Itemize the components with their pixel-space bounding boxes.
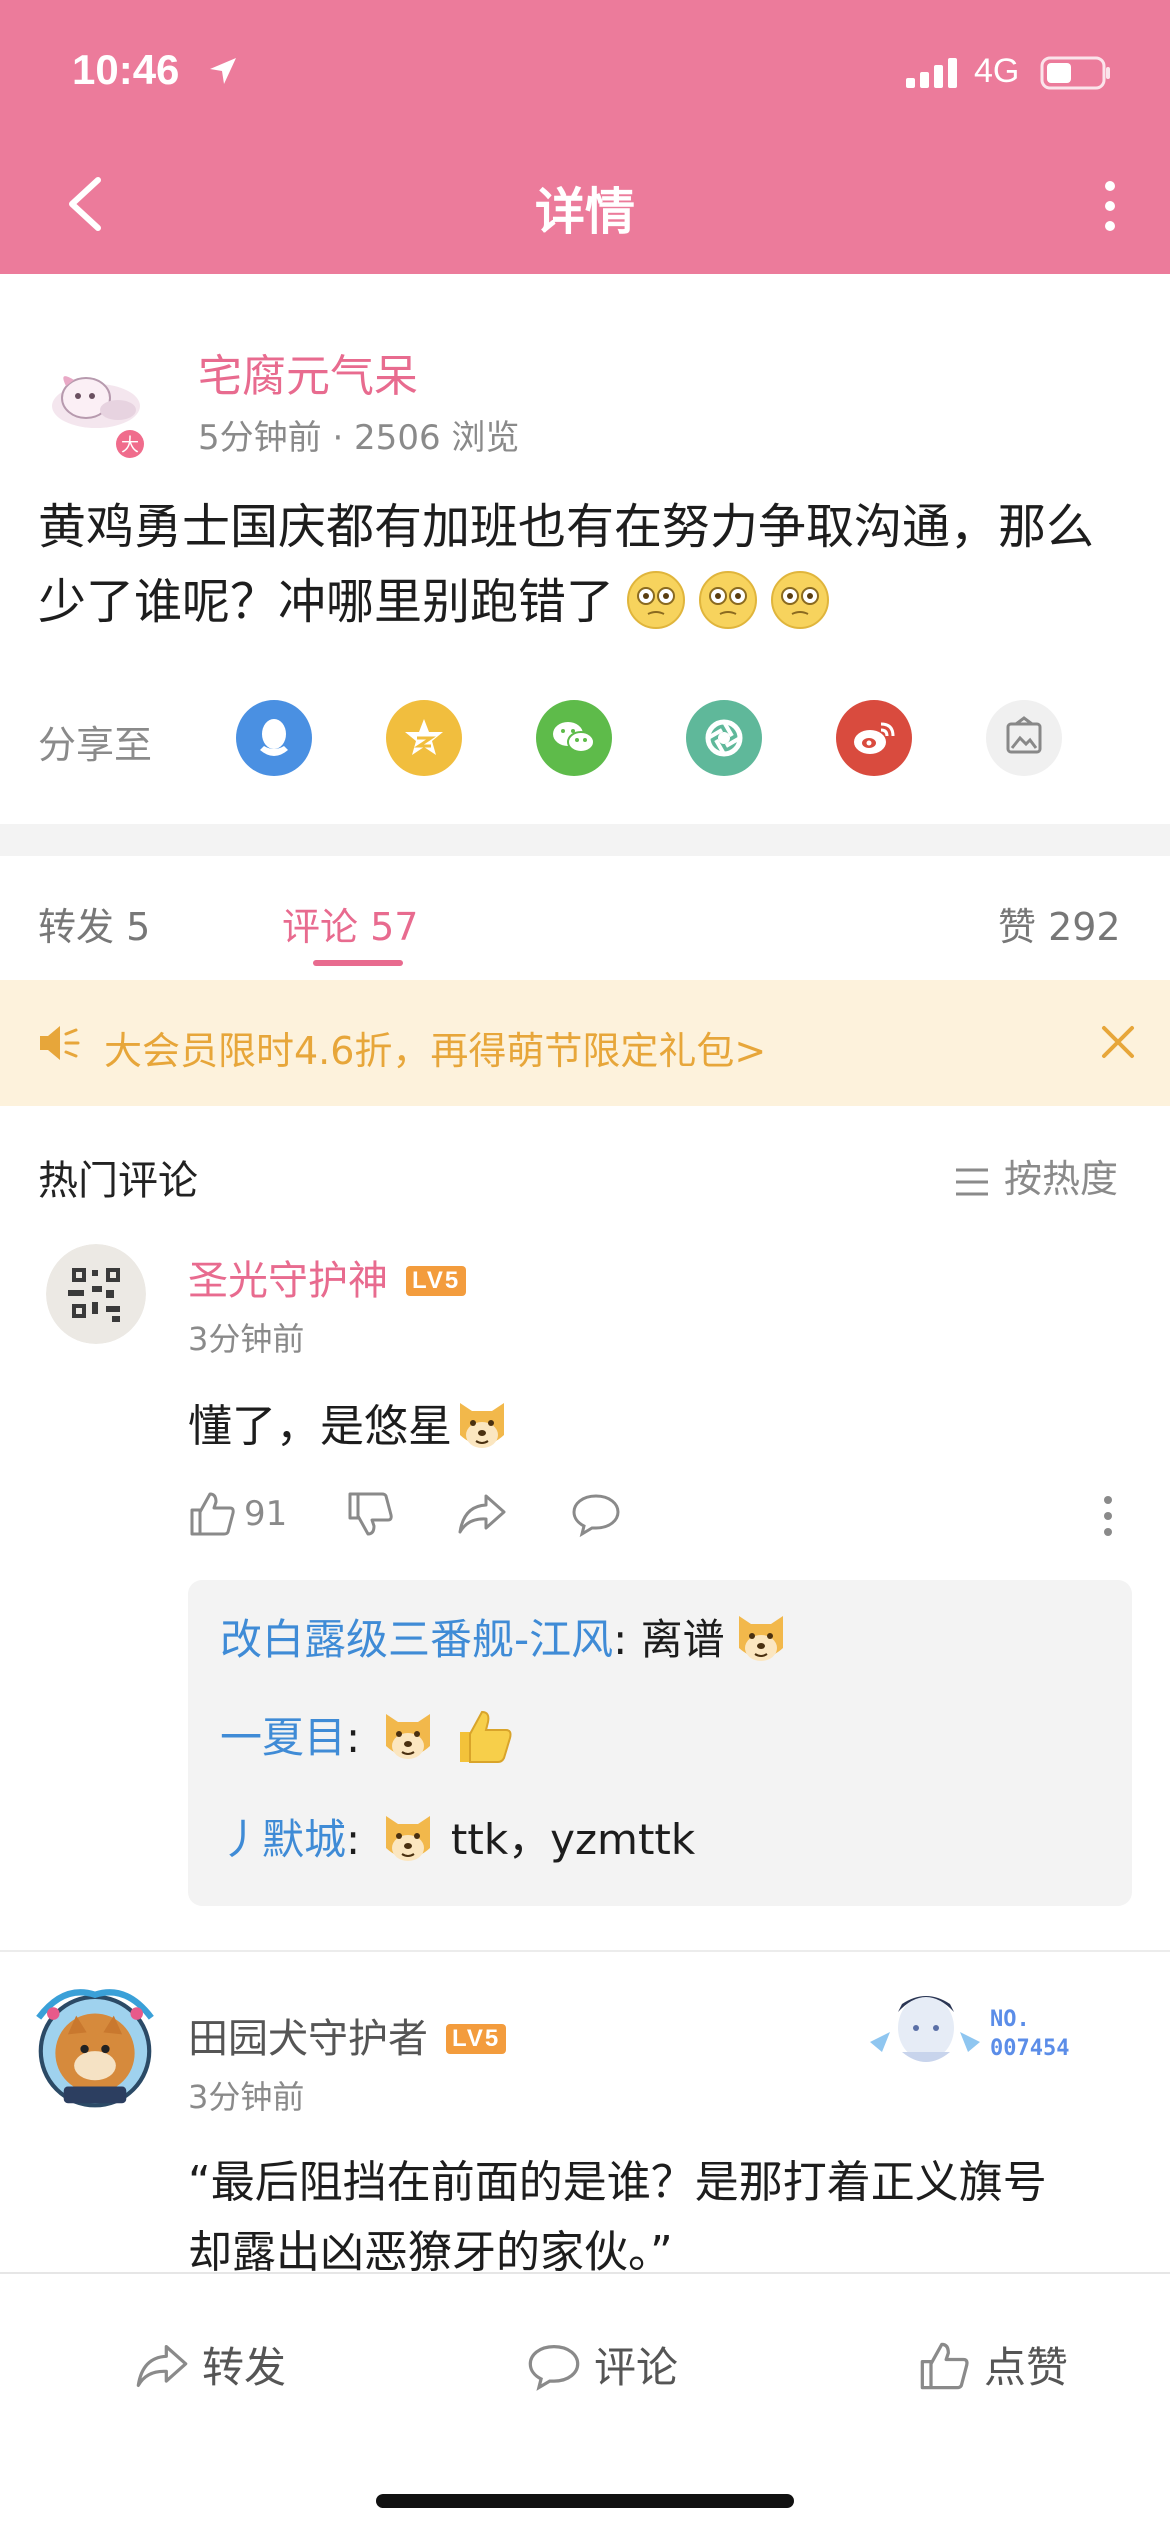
active-tab-indicator <box>313 960 403 966</box>
promo-banner[interactable]: 大会员限时4.6折，再得萌节限定礼包> <box>0 980 1170 1106</box>
share-arrow-icon <box>136 2345 188 2387</box>
top-bar: 10:46 4G 详情 <box>0 0 1170 274</box>
comment-time: 3分钟前 <box>188 2078 305 2116</box>
speaker-icon <box>40 1026 80 1060</box>
location-arrow-icon <box>210 58 236 84</box>
thumbs-up-icon[interactable] <box>188 1490 236 1538</box>
reply-text: 离谱 <box>627 1615 725 1664</box>
status-time: 10:46 <box>72 46 180 93</box>
bottom-comment-button[interactable]: 评论 <box>526 2334 678 2395</box>
list-icon <box>956 1168 988 1195</box>
share-weibo-icon[interactable] <box>836 700 912 776</box>
commenter-name-text: 圣光守护神 <box>188 1258 388 1304</box>
post-body: 黄鸡勇士国庆都有加班也有在努力争取沟通，那么少了谁呢？冲哪里别跑错了 <box>38 499 1095 630</box>
tab-repost[interactable]: 转发 5 <box>38 896 150 951</box>
reply-user[interactable]: 丿默城 <box>220 1815 346 1864</box>
dizzy-face-emoji-icon <box>771 570 830 629</box>
bottom-action-bar: 转发 评论 点赞 <box>0 2272 1170 2532</box>
share-moments-icon[interactable] <box>686 700 762 776</box>
level-badge: LV5 <box>446 2024 507 2054</box>
doge-emoji-icon <box>738 1616 783 1661</box>
network-type: 4G <box>974 52 1020 90</box>
commenter-name[interactable]: 田园犬守护者 LV5 <box>188 2006 507 2064</box>
commenter-avatar[interactable] <box>46 1244 146 1344</box>
dizzy-face-emoji-icon <box>627 570 686 629</box>
comment-bubble-icon <box>528 2344 580 2391</box>
doge-emoji-icon <box>460 1403 504 1448</box>
commenter-name-text: 田园犬守护者 <box>188 2016 428 2062</box>
doge-emoji-icon <box>385 1714 430 1759</box>
bottom-comment-label: 评论 <box>594 2343 679 2392</box>
share-qq-icon[interactable] <box>236 700 312 776</box>
reply-item[interactable]: 改白露级三番舰-江风: 离谱 <box>220 1606 791 1668</box>
comment-line: “最后阻挡在前面的是谁？是那打着正义旗号 <box>188 2157 1047 2208</box>
thumbs-up-icon <box>920 2342 969 2390</box>
bottom-repost-button[interactable]: 转发 <box>134 2334 286 2395</box>
comment-divider <box>0 1950 1170 1952</box>
comment-time: 3分钟前 <box>188 1320 305 1358</box>
like-count: 91 <box>244 1494 288 1534</box>
reply-bubble-icon[interactable] <box>570 1490 622 1538</box>
battery-icon <box>1040 56 1110 90</box>
home-indicator[interactable] <box>376 2494 794 2508</box>
share-arrow-icon[interactable] <box>456 1490 508 1538</box>
level-badge: LV5 <box>406 1266 467 1296</box>
sort-label: 按热度 <box>1004 1157 1119 1201</box>
section-divider <box>0 824 1170 856</box>
fan-badge-avatar <box>870 1996 980 2062</box>
signal-icon <box>906 58 957 88</box>
tab-likes[interactable]: 赞 292 <box>998 896 1121 951</box>
svg-text:大: 大 <box>121 435 139 456</box>
thumbs-up-emoji-icon <box>459 1710 512 1763</box>
commenter-avatar[interactable] <box>22 1976 168 2122</box>
comment-more-icon[interactable] <box>1100 1494 1116 1538</box>
bottom-repost-label: 转发 <box>202 2343 287 2392</box>
bottom-like-button[interactable]: 点赞 <box>916 2334 1068 2395</box>
tab-comments[interactable]: 评论 57 <box>282 896 418 951</box>
share-wechat-icon[interactable] <box>536 700 612 776</box>
reply-user[interactable]: 改白露级三番舰-江风 <box>220 1615 613 1664</box>
thumbs-down-icon[interactable] <box>346 1490 394 1538</box>
sort-button[interactable]: 按热度 <box>954 1148 1118 1203</box>
reply-user[interactable]: 一夏目 <box>220 1713 346 1762</box>
comment-body: 懂了，是悠星 <box>188 1401 452 1452</box>
hot-comments-title: 热门评论 <box>38 1158 198 1204</box>
reply-list[interactable]: 改白露级三番舰-江风: 离谱 一夏目: 丿默城: ttk，yzmttk <box>188 1580 1132 1906</box>
post-text: 黄鸡勇士国庆都有加班也有在努力争取沟通，那么少了谁呢？冲哪里别跑错了 <box>38 490 1138 640</box>
post-meta: 5分钟前 · 2506 浏览 <box>198 418 520 458</box>
comment-text: 懂了，是悠星 <box>188 1390 512 1455</box>
comment-text: “最后阻挡在前面的是谁？是那打着正义旗号 却露出凶恶獠牙的家伙。” <box>188 2148 1047 2289</box>
more-options-icon[interactable] <box>1090 178 1130 234</box>
share-image-icon[interactable] <box>986 700 1062 776</box>
reply-text: ttk，yzmttk <box>437 1815 696 1864</box>
bottom-like-label: 点赞 <box>984 2343 1069 2392</box>
reply-item[interactable]: 一夏目: <box>220 1704 514 1766</box>
doge-emoji-icon <box>385 1816 430 1861</box>
share-qzone-icon[interactable] <box>386 700 462 776</box>
reply-item[interactable]: 丿默城: ttk，yzmttk <box>220 1806 695 1868</box>
share-label: 分享至 <box>38 723 153 767</box>
fan-badge-number: NO. 007454 <box>990 2007 1070 2061</box>
dizzy-face-emoji-icon <box>699 570 758 629</box>
commenter-name[interactable]: 圣光守护神 LV5 <box>188 1248 467 1306</box>
close-icon[interactable] <box>1098 1022 1138 1062</box>
author-avatar[interactable]: 大 <box>38 340 158 460</box>
page-title: 详情 <box>535 183 635 241</box>
author-name[interactable]: 宅腐元气呆 <box>198 340 418 404</box>
promo-text: 大会员限时4.6折，再得萌节限定礼包> <box>104 1029 767 1073</box>
